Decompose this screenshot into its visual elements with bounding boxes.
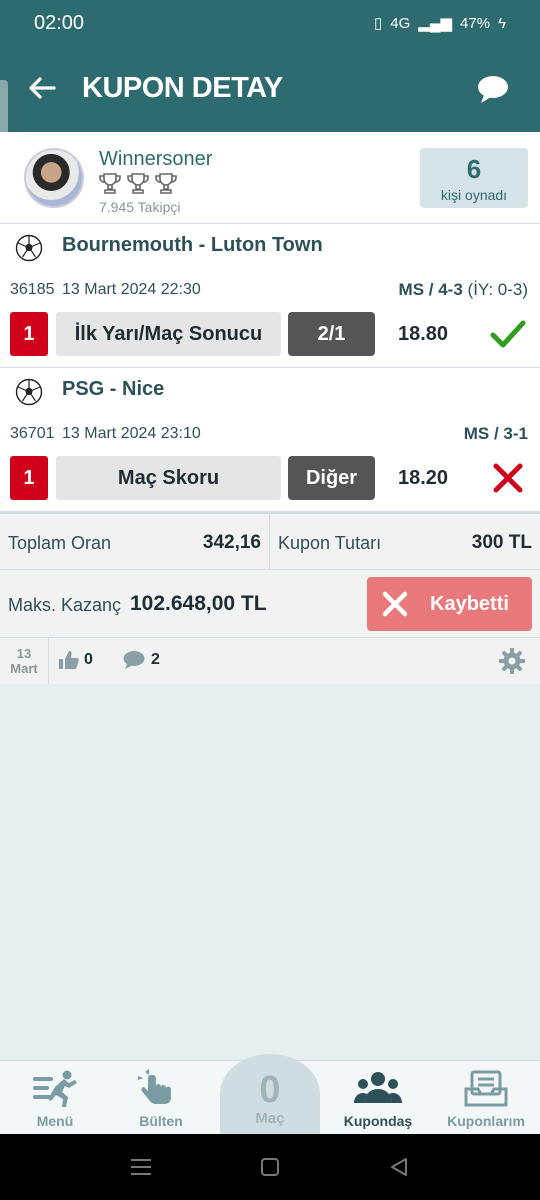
home-icon[interactable]: [260, 1156, 280, 1178]
match-row: PSG - Nice 36701 13 Mart 2024 23:10 MS /…: [0, 368, 540, 512]
touch-hand-icon: [138, 1069, 171, 1104]
status-time: 02:00: [34, 12, 85, 34]
nav-menu[interactable]: Menü: [7, 1069, 103, 1129]
coupon-month: Mart: [10, 661, 38, 676]
total-odds-value: 342,16: [202, 532, 261, 553]
nav-bulten[interactable]: Bülten: [113, 1069, 209, 1129]
nav-kupondas-label: Kupondaş: [343, 1113, 413, 1129]
comment-count: 2: [151, 651, 160, 668]
system-navigation-bar: [0, 1134, 540, 1200]
close-icon: [382, 591, 408, 617]
coupon-date: 13 Mart: [0, 638, 49, 684]
nav-kuponlarim-label: Kuponlarım: [447, 1113, 525, 1129]
check-icon: [490, 320, 526, 348]
nav-kuponlarim[interactable]: Kuponlarım: [438, 1069, 534, 1129]
match-date: 13 Mart 2024 23:10: [62, 425, 201, 442]
nav-bulten-label: Bülten: [139, 1113, 183, 1129]
match-row: Bournemouth - Luton Town 36185 13 Mart 2…: [0, 224, 540, 368]
played-label: kişi oynadı: [440, 187, 508, 203]
max-gain-row: Maks. Kazanç 102.648,00 TL Kaybetti: [0, 570, 540, 638]
total-odds-cell: Toplam Oran 342,16: [0, 514, 270, 570]
half-time-score: (İY: 0-3): [467, 280, 528, 299]
trophy-icon: [155, 173, 177, 194]
user-name[interactable]: Winnersoner: [99, 148, 212, 171]
stake-label: Kupon Tutarı: [278, 533, 382, 553]
full-time-score: MS / 3-1: [463, 424, 528, 443]
trophy-icon: [99, 173, 121, 194]
match-code: 36701: [10, 425, 55, 442]
network-type: 4G: [390, 14, 411, 32]
gear-icon[interactable]: [498, 647, 526, 675]
max-gain-label: Maks. Kazanç: [8, 595, 122, 615]
lost-status-badge: Kaybetti: [367, 577, 532, 631]
page-title: KUPON DETAY: [82, 72, 283, 104]
status-icons: ▯ 4G ▂▄▆ 47% ϟ: [374, 14, 506, 33]
nav-mac-label: Maç: [255, 1110, 285, 1127]
bet-odd: 18.20: [398, 467, 449, 489]
total-odds-label: Toplam Oran: [8, 533, 112, 553]
max-gain-value: 102.648,00 TL: [130, 592, 267, 615]
football-icon: [15, 378, 43, 406]
nav-kupondas[interactable]: Kupondaş: [330, 1069, 426, 1129]
mbs-badge: 1: [10, 312, 48, 356]
trophy-row: [99, 172, 177, 194]
played-count: 6: [466, 154, 482, 184]
follower-count: 7.945 Takipçi: [99, 199, 181, 215]
full-time-score: MS / 4-3: [398, 280, 463, 299]
app-bar: KUPON DETAY: [0, 48, 540, 132]
bet-type: İlk Yarı/Maç Sonucu: [56, 312, 281, 356]
bet-type: Maç Skoru: [56, 456, 281, 500]
battery-level: 47%: [460, 14, 491, 32]
stake-value: 300 TL: [471, 532, 532, 553]
charging-icon: ϟ: [498, 14, 506, 32]
nav-menu-label: Menü: [36, 1113, 74, 1129]
played-count-box[interactable]: 6 kişi oynadı: [420, 148, 528, 208]
vibrate-icon: ▯: [374, 15, 383, 32]
back-triangle-icon[interactable]: [388, 1156, 410, 1178]
bet-pick: Diğer: [288, 456, 375, 500]
match-code: 36185: [10, 281, 55, 298]
mbs-badge: 1: [10, 456, 48, 500]
chat-bubble-icon[interactable]: [476, 74, 510, 104]
totals-row: Toplam Oran 342,16 Kupon Tutarı 300 TL: [0, 512, 540, 570]
match-title[interactable]: Bournemouth - Luton Town: [62, 234, 323, 257]
trophy-icon: [127, 173, 149, 194]
stake-cell: Kupon Tutarı 300 TL: [270, 514, 540, 570]
signal-icon: ▂▄▆: [418, 15, 453, 32]
match-score: MS / 4-3 (İY: 0-3): [399, 280, 528, 300]
bet-pick: 2/1: [288, 312, 375, 356]
back-arrow-icon[interactable]: [26, 72, 58, 104]
comment-icon: [123, 651, 145, 669]
bet-odd: 18.80: [398, 323, 449, 345]
match-date: 13 Mart 2024 22:30: [62, 281, 201, 298]
thumbs-up-icon: [59, 651, 79, 669]
coupon-footer: 13 Mart 0 2: [0, 638, 540, 684]
avatar[interactable]: [24, 148, 84, 208]
like-count: 0: [84, 651, 93, 668]
coupon-day: 13: [16, 646, 32, 661]
coupon-detail: Winnersoner 7.945 Takipçi 6 kişi oynadı …: [0, 132, 540, 684]
user-header: Winnersoner 7.945 Takipçi 6 kişi oynadı: [0, 132, 540, 224]
comment-button[interactable]: 2: [123, 650, 160, 670]
nav-mac-button[interactable]: 0 Maç: [220, 1054, 320, 1134]
football-icon: [15, 234, 43, 262]
match-title[interactable]: PSG - Nice: [62, 378, 164, 401]
lost-status-label: Kaybetti: [430, 593, 509, 615]
menu-runner-icon: [33, 1070, 77, 1107]
recent-apps-icon[interactable]: [130, 1156, 152, 1178]
cross-icon: [493, 463, 523, 493]
match-score: MS / 3-1: [464, 424, 528, 444]
mac-count: 0: [259, 1069, 281, 1111]
coupons-icon: [464, 1070, 508, 1107]
like-button[interactable]: 0: [58, 650, 93, 670]
status-bar: 02:00 ▯ 4G ▂▄▆ 47% ϟ: [0, 0, 540, 48]
group-users-icon: [354, 1072, 402, 1103]
